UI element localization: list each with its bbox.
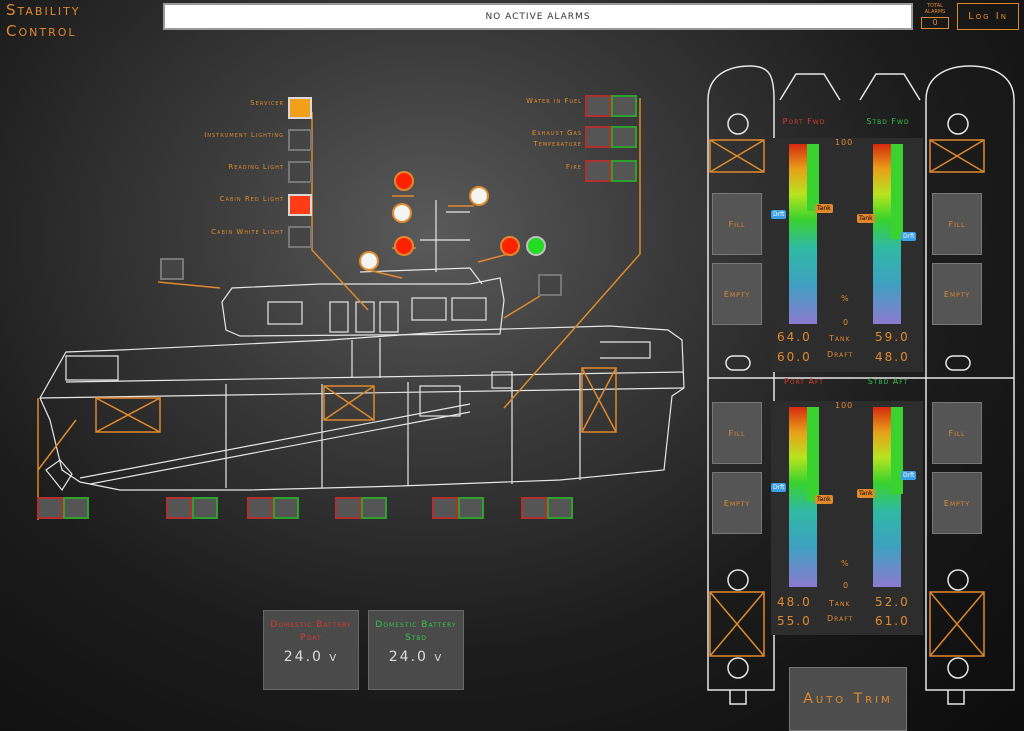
vessel-diagram — [37, 98, 685, 520]
empty-port-fwd-button[interactable]: Empty — [712, 263, 762, 325]
fwd-tank-word: Tank — [829, 334, 851, 343]
stbd-fwd-level — [891, 144, 903, 239]
stbd-aft-draft-tag: Drft — [901, 471, 917, 480]
port-fwd-draft-tag: Drft — [771, 210, 787, 219]
label-servicer: Servicer — [250, 99, 284, 107]
bilge-indicator-3 — [247, 497, 299, 519]
port-aft-draft-value: 55.0 — [777, 614, 812, 628]
stbd-aft-level — [891, 407, 903, 494]
reading-light-switch[interactable] — [288, 161, 312, 183]
port-aft-tank-tag: Tank — [815, 495, 833, 504]
bilge-indicator-1 — [37, 497, 89, 519]
nav-lamp-stern[interactable] — [359, 251, 379, 271]
label-reading-light: Reading Light — [228, 163, 284, 171]
fire-indicator — [585, 160, 637, 182]
aft-scale-bottom: 0 — [843, 581, 850, 590]
port-fwd-tank-value: 64.0 — [777, 330, 812, 344]
fwd-gauge-panel: 100 % 0 Drft Tank Tank Drft 64.0 60.0 Ta… — [771, 138, 923, 372]
stbd-aft-tank-tag: Tank — [857, 489, 875, 498]
battery-stbd-title: Domestic Battery Stbd — [375, 620, 457, 643]
nav-lamp-white-upper[interactable] — [392, 203, 412, 223]
port-fwd-level — [807, 144, 819, 211]
fill-port-aft-button[interactable]: Fill — [712, 402, 762, 464]
auto-trim-button[interactable]: Auto Trim — [789, 667, 907, 731]
label-cabin-red-light: Cabin Red Light — [219, 195, 284, 203]
stbd-fwd-tank-value: 59.0 — [875, 330, 910, 344]
instrument-lighting-switch[interactable] — [288, 129, 312, 151]
empty-port-aft-button[interactable]: Empty — [712, 472, 762, 534]
fill-stbd-aft-button[interactable]: Fill — [932, 402, 982, 464]
fwd-scale-top: 100 — [835, 138, 854, 147]
nav-lamp-red-lower[interactable] — [394, 236, 414, 256]
port-fwd-tank-tag: Tank — [815, 204, 833, 213]
aft-gauge-panel: 100 % 0 Drft Tank Tank Drft 48.0 55.0 Ta… — [771, 401, 923, 635]
battery-stbd-voltage: 24.0 v — [388, 649, 444, 665]
port-fwd-draft-value: 60.0 — [777, 350, 812, 364]
nav-lamp-starboard[interactable] — [526, 236, 546, 256]
lamp-switch-aft[interactable] — [160, 258, 184, 280]
port-fwd-label: Port Fwd — [782, 117, 826, 126]
nav-lamp-red-top[interactable] — [394, 171, 414, 191]
fill-port-fwd-button[interactable]: Fill — [712, 193, 762, 255]
label-water-in-fuel: Water in Fuel — [526, 97, 582, 105]
stbd-fwd-tank-tag: Tank — [857, 214, 875, 223]
bilge-indicator-4 — [335, 497, 387, 519]
stbd-fwd-draft-tag: Drft — [901, 232, 917, 241]
battery-port: Domestic Battery Port 24.0 v — [263, 610, 359, 690]
port-aft-draft-tag: Drft — [771, 483, 787, 492]
empty-stbd-fwd-button[interactable]: Empty — [932, 263, 982, 325]
nav-lamp-port[interactable] — [500, 236, 520, 256]
water-in-fuel-indicator — [585, 95, 637, 117]
label-cabin-white-light: Cabin White Light — [211, 228, 284, 236]
total-alarms-count: 0 — [921, 17, 949, 29]
nav-lamp-white-mast[interactable] — [469, 186, 489, 206]
stbd-aft-draft-value: 61.0 — [875, 614, 910, 628]
port-aft-tank-value: 48.0 — [777, 595, 812, 609]
battery-stbd: Domestic Battery Stbd 24.0 v — [368, 610, 464, 690]
fwd-scale-bottom: 0 — [843, 318, 850, 327]
login-button[interactable]: Log In — [957, 3, 1019, 30]
stbd-fwd-label: Stbd Fwd — [866, 117, 910, 126]
aft-scale-top: 100 — [835, 401, 854, 410]
battery-port-title: Domestic Battery Port — [270, 620, 352, 643]
aft-pct-sign: % — [841, 559, 850, 568]
stbd-fwd-draft-value: 48.0 — [875, 350, 910, 364]
cabin-white-light-switch[interactable] — [288, 226, 312, 248]
cabin-red-light-switch[interactable] — [288, 194, 312, 216]
stbd-aft-label: Stbd Aft — [867, 377, 909, 386]
stbd-aft-tank-value: 52.0 — [875, 595, 910, 609]
aft-tank-word: Tank — [829, 599, 851, 608]
label-fire: Fire — [565, 163, 582, 171]
bilge-indicator-5 — [432, 497, 484, 519]
empty-stbd-aft-button[interactable]: Empty — [932, 472, 982, 534]
lamp-switch-fwd[interactable] — [538, 274, 562, 296]
bilge-indicator-2 — [166, 497, 218, 519]
fwd-draft-word: Draft — [827, 350, 854, 359]
port-aft-level — [807, 407, 819, 501]
fill-stbd-fwd-button[interactable]: Fill — [932, 193, 982, 255]
port-aft-label: Port Aft — [784, 377, 824, 386]
total-alarms: TOTAL ALARMS 0 — [918, 3, 952, 30]
servicer-switch[interactable] — [288, 97, 312, 119]
fwd-pct-sign: % — [841, 294, 850, 303]
total-alarms-label: TOTAL ALARMS — [924, 3, 946, 15]
label-instrument-lighting: Instrument Lighting — [204, 131, 284, 139]
battery-port-voltage: 24.0 v — [283, 649, 339, 665]
bilge-indicator-6 — [521, 497, 573, 519]
exhaust-gas-indicator — [585, 126, 637, 148]
aft-draft-word: Draft — [827, 614, 854, 623]
label-exhaust-gas: Exhaust Gas Temperature — [531, 129, 582, 148]
